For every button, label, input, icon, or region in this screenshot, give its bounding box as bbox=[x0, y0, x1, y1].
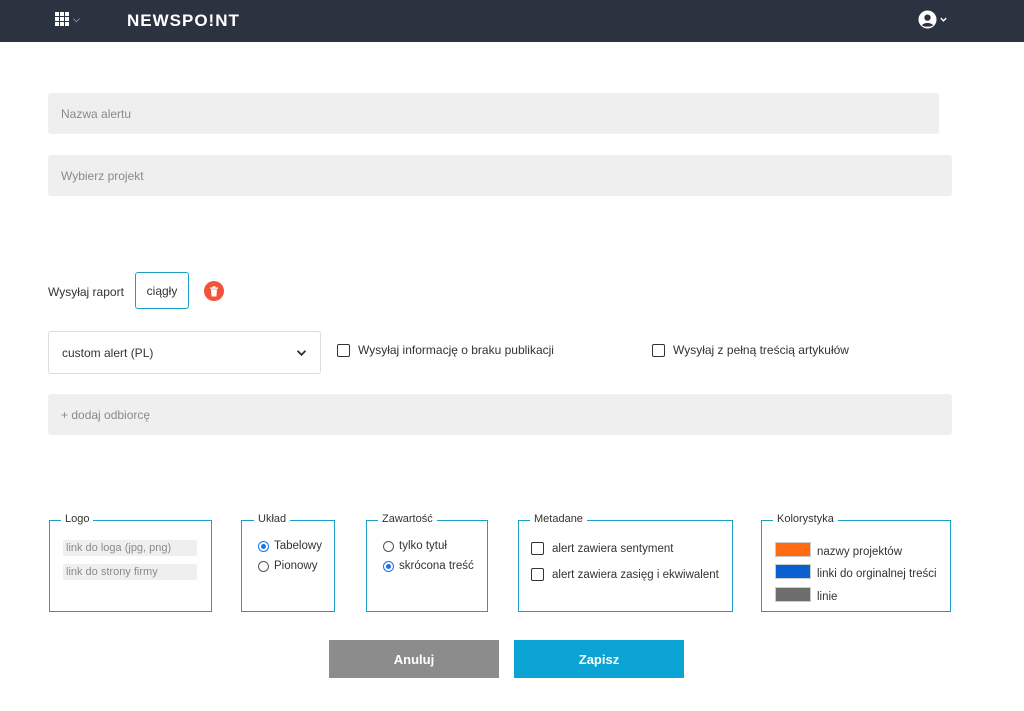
brand-logo[interactable]: NEWSPO!NT bbox=[127, 11, 240, 31]
no-publication-checkbox[interactable] bbox=[337, 343, 350, 357]
color-row-lines[interactable]: linie bbox=[775, 585, 837, 603]
layout-group: Układ Tabelowy Pionowy bbox=[241, 513, 335, 612]
send-report-label: Wysyłaj raport bbox=[48, 285, 124, 299]
apps-menu-button[interactable]: ⌵ bbox=[55, 12, 80, 26]
report-type-tag[interactable]: ciągły bbox=[135, 272, 189, 309]
metadata-reach-label: alert zawiera zasięg i ekwiwalent bbox=[552, 568, 719, 581]
content-title-only-label: tylko tytuł bbox=[399, 540, 447, 552]
metadata-reach-option[interactable]: alert zawiera zasięg i ekwiwalent bbox=[531, 568, 719, 581]
cancel-button[interactable]: Anuluj bbox=[329, 640, 499, 678]
top-bar: ⌵ NEWSPO!NT bbox=[0, 0, 1024, 42]
content-short-label: skrócona treść bbox=[399, 560, 474, 572]
chevron-down-icon bbox=[940, 17, 947, 22]
delete-report-button[interactable] bbox=[204, 281, 224, 301]
layout-vertical-label: Pionowy bbox=[274, 560, 318, 572]
layout-vertical-radio[interactable] bbox=[258, 560, 269, 572]
trash-icon bbox=[210, 285, 218, 296]
full-content-option[interactable]: Wysyłaj z pełną treścią artykułów bbox=[652, 343, 849, 357]
metadata-sentiment-checkbox[interactable] bbox=[531, 542, 544, 555]
alert-template-select[interactable]: custom alert (PL) bbox=[48, 331, 321, 374]
user-menu-button[interactable] bbox=[918, 10, 948, 29]
color-swatch-lines[interactable] bbox=[775, 586, 811, 602]
chevron-down-icon: ⌵ bbox=[73, 13, 80, 24]
save-button[interactable]: Zapisz bbox=[514, 640, 684, 678]
add-recipient-input[interactable] bbox=[48, 394, 952, 435]
full-content-checkbox[interactable] bbox=[652, 343, 665, 357]
layout-group-title: Układ bbox=[254, 513, 291, 525]
color-swatch-original-links[interactable] bbox=[775, 563, 811, 579]
no-publication-option[interactable]: Wysyłaj informację o braku publikacji bbox=[337, 343, 554, 357]
no-publication-label: Wysyłaj informację o braku publikacji bbox=[358, 343, 554, 357]
alert-template-value: custom alert (PL) bbox=[62, 345, 154, 360]
content-option-short[interactable]: skrócona treść bbox=[383, 560, 474, 572]
color-label-original-links: linki do orginalnej treści bbox=[817, 568, 937, 580]
color-label-lines: linie bbox=[817, 591, 838, 603]
content-group: Zawartość tylko tytuł skrócona treść bbox=[366, 513, 488, 612]
colors-group: Kolorystyka nazwy projektów linki do org… bbox=[761, 513, 951, 612]
grid-icon bbox=[55, 12, 69, 26]
full-content-label: Wysyłaj z pełną treścią artykułów bbox=[673, 343, 849, 357]
content-title-only-radio[interactable] bbox=[383, 540, 394, 552]
logo-link-input[interactable]: link do loga (jpg, png) bbox=[63, 540, 197, 556]
company-link-input[interactable]: link do strony firmy bbox=[63, 564, 197, 580]
layout-option-vertical[interactable]: Pionowy bbox=[258, 560, 317, 572]
project-select-input[interactable] bbox=[48, 155, 952, 196]
logo-group: Logo link do loga (jpg, png) link do str… bbox=[49, 513, 212, 612]
layout-table-radio[interactable] bbox=[258, 540, 269, 552]
layout-table-label: Tabelowy bbox=[274, 540, 322, 552]
colors-group-title: Kolorystyka bbox=[773, 513, 838, 525]
alert-name-input[interactable] bbox=[48, 93, 939, 134]
layout-option-table[interactable]: Tabelowy bbox=[258, 540, 322, 552]
color-row-project-names[interactable]: nazwy projektów bbox=[775, 540, 902, 558]
content-short-radio[interactable] bbox=[383, 560, 394, 572]
content-option-title-only[interactable]: tylko tytuł bbox=[383, 540, 447, 552]
content-group-title: Zawartość bbox=[378, 513, 437, 525]
user-circle-icon bbox=[918, 10, 937, 29]
logo-group-title: Logo bbox=[61, 513, 94, 525]
metadata-sentiment-label: alert zawiera sentyment bbox=[552, 542, 674, 555]
chevron-down-icon bbox=[296, 349, 307, 356]
metadata-group: Metadane alert zawiera sentyment alert z… bbox=[518, 513, 733, 612]
metadata-sentiment-option[interactable]: alert zawiera sentyment bbox=[531, 542, 673, 555]
color-swatch-project-names[interactable] bbox=[775, 541, 811, 557]
color-row-original-links[interactable]: linki do orginalnej treści bbox=[775, 562, 937, 580]
metadata-group-title: Metadane bbox=[530, 513, 587, 525]
color-label-project-names: nazwy projektów bbox=[817, 546, 903, 558]
metadata-reach-checkbox[interactable] bbox=[531, 568, 544, 581]
